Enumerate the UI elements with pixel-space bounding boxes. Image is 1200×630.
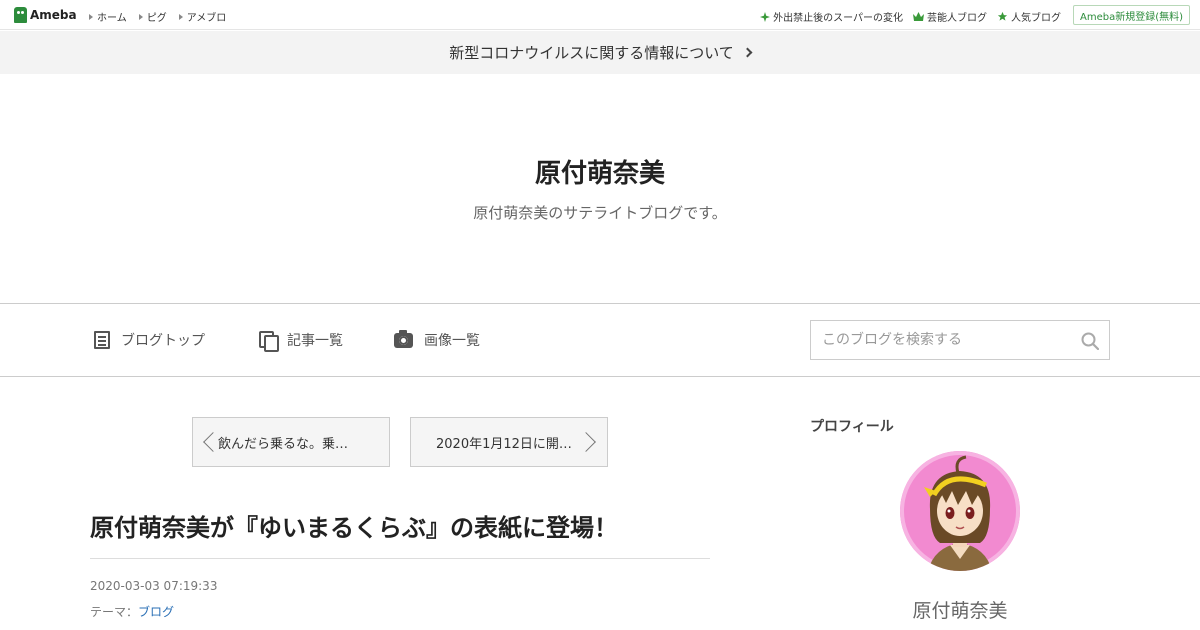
next-article-link[interactable]: 2020年1月12日に開… — [410, 417, 608, 467]
ameba-logo[interactable]: Ameba — [14, 7, 77, 23]
featured-link-label: 外出禁止後のスーパーの変化 — [773, 13, 903, 24]
previous-article-link[interactable]: 飲んだら乗るな。乗… — [192, 417, 390, 467]
nav-link-ameblo[interactable]: アメブロ — [178, 9, 227, 24]
divider — [90, 558, 710, 559]
menu-item-label: ブログトップ — [121, 333, 205, 349]
global-nav: ホーム ピグ アメブロ — [89, 9, 226, 24]
search-input[interactable] — [811, 321, 1071, 359]
blog-search — [810, 320, 1110, 360]
star-icon — [997, 11, 1008, 21]
covid-info-banner[interactable]: 新型コロナウイルスに関する情報について — [0, 31, 1200, 74]
menu-item-label: 記事一覧 — [287, 333, 343, 349]
pages-icon — [259, 331, 279, 352]
menu-item-label: 画像一覧 — [424, 333, 480, 349]
nav-link-label: アメブロ — [186, 13, 227, 24]
next-article-title: 2020年1月12日に開… — [436, 436, 572, 452]
featured-links: 外出禁止後のスーパーの変化 芸能人ブログ 人気ブログ — [760, 9, 1061, 24]
nav-link-home[interactable]: ホーム — [89, 9, 127, 24]
ameba-logo-icon — [14, 7, 27, 23]
nav-link-label: ピグ — [146, 13, 167, 24]
blog-title[interactable]: 原付萌奈美 — [0, 153, 1200, 190]
top-navigation-bar: Ameba ホーム ピグ アメブロ 外出禁止後のスーパーの変化 芸能人ブログ 人… — [0, 0, 1200, 30]
previous-article-title: 飲んだら乗るな。乗… — [218, 436, 349, 452]
logo-text: Ameba — [30, 8, 77, 22]
menu-blog-top[interactable]: ブログトップ — [94, 330, 205, 350]
featured-link-celebrity[interactable]: 芸能人ブログ — [913, 9, 987, 24]
arrow-icon — [89, 13, 93, 20]
camera-icon — [394, 329, 413, 348]
article-title[interactable]: 原付萌奈美が『ゆいまるくらぶ』の表紙に登場！ — [90, 508, 710, 543]
chevron-right-icon — [576, 432, 596, 452]
chevron-right-icon — [742, 47, 753, 58]
theme-link[interactable]: ブログ — [138, 605, 174, 619]
blog-menu-bar: ブログトップ 記事一覧 画像一覧 — [0, 303, 1200, 377]
theme-prefix: テーマ： — [90, 605, 139, 619]
blog-description: 原付萌奈美のサテライトブログです。 — [473, 204, 727, 222]
nav-link-pigg[interactable]: ピグ — [138, 9, 167, 24]
document-icon — [94, 331, 110, 349]
article-theme: テーマ：ブログ — [90, 603, 174, 620]
featured-link-label: 芸能人ブログ — [927, 13, 987, 24]
profile-name[interactable]: 原付萌奈美 — [810, 596, 1110, 623]
sparkle-icon — [760, 11, 771, 22]
arrow-icon — [138, 13, 143, 20]
featured-link-topic[interactable]: 外出禁止後のスーパーの変化 — [760, 9, 903, 24]
banner-text: 新型コロナウイルスに関する情報について — [449, 44, 734, 62]
profile-heading: プロフィール — [810, 419, 894, 435]
article-date: 2020-03-03 07:19:33 — [90, 579, 218, 593]
avatar-image — [900, 451, 1020, 571]
menu-image-list[interactable]: 画像一覧 — [394, 329, 480, 350]
menu-article-list[interactable]: 記事一覧 — [259, 330, 343, 352]
nav-link-label: ホーム — [97, 13, 127, 24]
register-button[interactable]: Ameba新規登録(無料) — [1072, 5, 1190, 25]
search-icon[interactable] — [1081, 332, 1099, 350]
avatar[interactable] — [900, 451, 1020, 571]
featured-link-popular[interactable]: 人気ブログ — [997, 9, 1061, 24]
crown-icon — [913, 12, 924, 21]
featured-link-label: 人気ブログ — [1011, 13, 1061, 24]
arrow-icon — [178, 13, 183, 20]
